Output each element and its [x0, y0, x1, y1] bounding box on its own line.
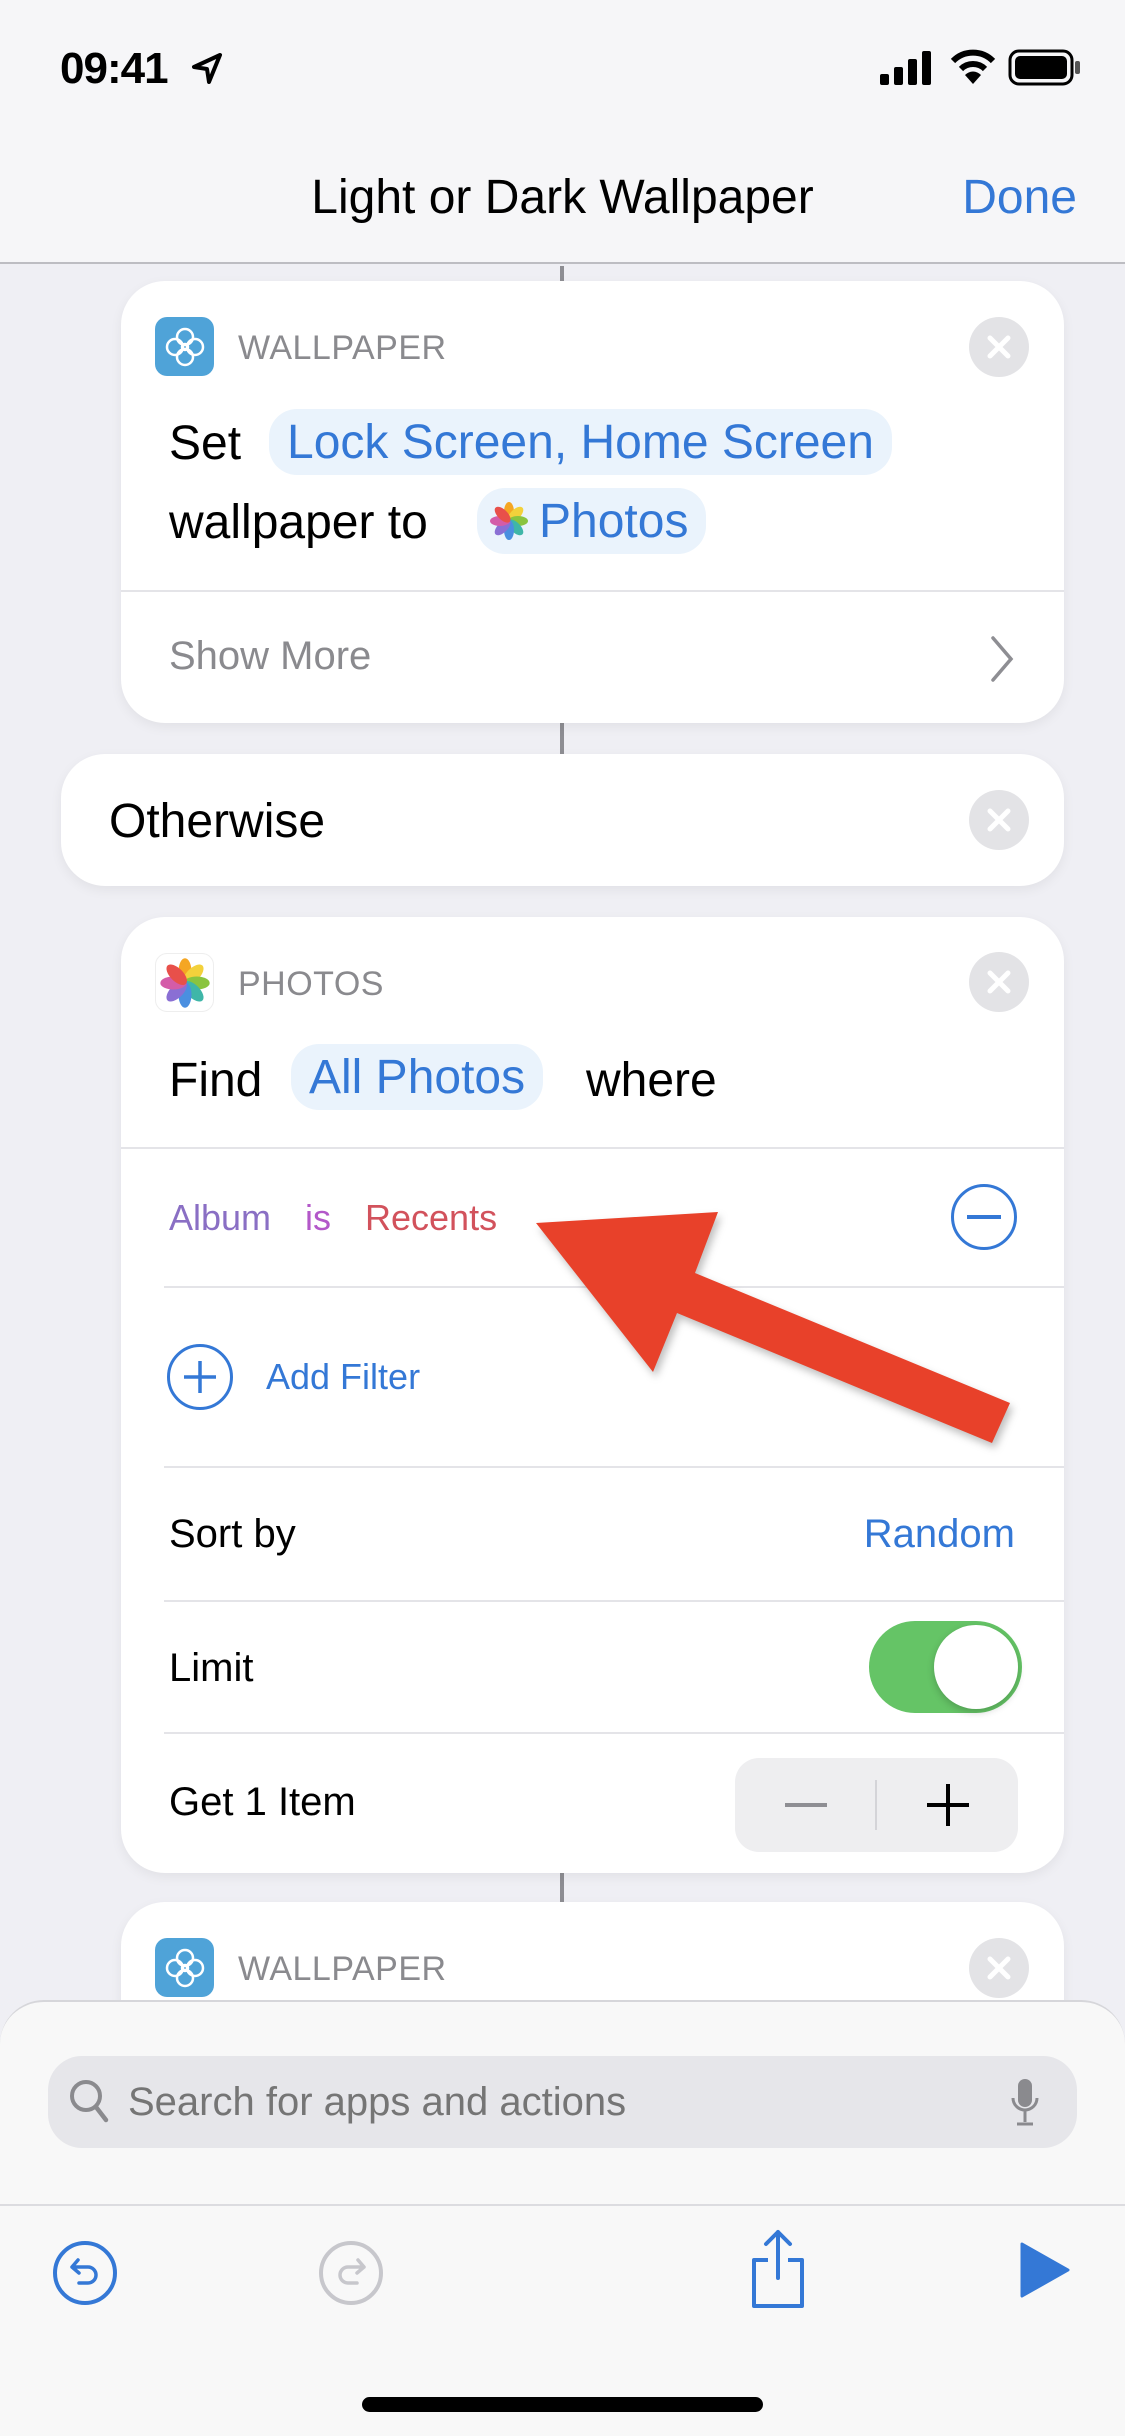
microphone-icon[interactable]: [1010, 2078, 1040, 2128]
redo-icon[interactable]: [318, 2240, 384, 2306]
close-icon: [987, 1956, 1011, 1980]
close-icon: [987, 970, 1011, 994]
wallpaper-app-icon: [155, 317, 214, 376]
cellular-signal-icon: [880, 51, 931, 85]
limit-row: Limit: [121, 1602, 1064, 1732]
plus-icon: [926, 1784, 969, 1826]
page-title: Light or Dark Wallpaper: [311, 171, 814, 224]
action-app-label: WALLPAPER: [238, 329, 447, 367]
plus-circle-icon: [167, 1344, 233, 1410]
search-input[interactable]: [128, 2070, 978, 2134]
limit-toggle[interactable]: [869, 1621, 1022, 1713]
find-photos-action-card[interactable]: PHOTOS Find All Photos where Album is Re…: [121, 917, 1064, 1873]
remove-filter-button[interactable]: [951, 1184, 1017, 1250]
limit-label: Limit: [169, 1646, 254, 1690]
search-field[interactable]: [48, 2056, 1077, 2148]
done-button[interactable]: Done: [962, 170, 1077, 225]
remove-otherwise-button[interactable]: [969, 790, 1029, 850]
sort-by-row[interactable]: Sort by Random: [121, 1468, 1064, 1600]
share-icon[interactable]: [748, 2228, 808, 2310]
location-arrow-icon: [192, 53, 222, 84]
otherwise-label: Otherwise: [109, 795, 326, 848]
all-photos-chip[interactable]: All Photos: [291, 1044, 544, 1110]
increment-button[interactable]: [877, 1758, 1018, 1852]
add-filter-label: Add Filter: [266, 1356, 421, 1397]
decrement-button[interactable]: [735, 1758, 876, 1852]
toggle-knob: [934, 1625, 1018, 1709]
play-icon[interactable]: [1018, 2242, 1072, 2298]
find-label: Find: [169, 1054, 263, 1107]
sort-by-label: Sort by: [169, 1512, 296, 1556]
remove-action-button[interactable]: [969, 317, 1029, 377]
connector-line: [560, 1873, 564, 1903]
sort-by-value[interactable]: Random: [864, 1512, 1015, 1557]
wifi-icon: [950, 49, 996, 84]
divider: [0, 2204, 1125, 2206]
chevron-right-icon: [991, 636, 1014, 682]
battery-icon: [1008, 49, 1080, 86]
otherwise-block[interactable]: Otherwise: [61, 754, 1064, 886]
show-more-label: Show More: [169, 634, 372, 678]
photos-app-icon: [155, 953, 214, 1012]
show-more-row[interactable]: Show More: [121, 592, 1064, 723]
where-label: where: [586, 1054, 717, 1107]
item-count-stepper: [735, 1758, 1018, 1852]
filter-row: Album is Recents: [121, 1149, 1064, 1287]
status-time: 09:41: [60, 44, 169, 93]
minus-icon: [967, 1215, 1001, 1219]
remove-action-button[interactable]: [969, 952, 1029, 1012]
photos-variable-chip[interactable]: Photos: [477, 488, 707, 554]
photos-chip-label: Photos: [539, 494, 689, 548]
filter-property[interactable]: Album: [169, 1197, 271, 1239]
connector-line: [560, 723, 564, 755]
action-app-label: WALLPAPER: [238, 1950, 447, 1988]
photos-app-icon: [490, 502, 528, 540]
plus-icon: [184, 1361, 216, 1393]
action-app-label: PHOTOS: [238, 965, 384, 1003]
set-wallpaper-action-card[interactable]: WALLPAPER Set Lock Screen, Home Screen w…: [121, 281, 1064, 723]
wallpaper-location-chip[interactable]: Lock Screen, Home Screen: [269, 409, 892, 475]
wallpaper-app-icon: [155, 1938, 214, 1997]
close-icon: [987, 808, 1011, 832]
filter-value[interactable]: Recents: [365, 1197, 497, 1239]
action-verb: Set: [169, 417, 242, 470]
connector-line: [560, 266, 564, 282]
close-icon: [987, 335, 1011, 359]
undo-icon[interactable]: [52, 2240, 118, 2306]
status-bar: 09:41: [0, 0, 1125, 140]
search-icon: [70, 2080, 109, 2123]
add-filter-button[interactable]: Add Filter: [121, 1288, 1064, 1466]
get-items-label: Get 1 Item: [169, 1780, 356, 1824]
bottom-sheet: [0, 2000, 1125, 2436]
minus-icon: [784, 1803, 827, 1807]
navigation-bar: Light or Dark Wallpaper Done: [0, 140, 1125, 264]
home-indicator: [362, 2397, 763, 2412]
get-items-row: Get 1 Item: [121, 1734, 1064, 1873]
filter-operator[interactable]: is: [305, 1197, 331, 1239]
action-text: wallpaper to: [169, 496, 428, 549]
remove-action-button[interactable]: [969, 1938, 1029, 1998]
